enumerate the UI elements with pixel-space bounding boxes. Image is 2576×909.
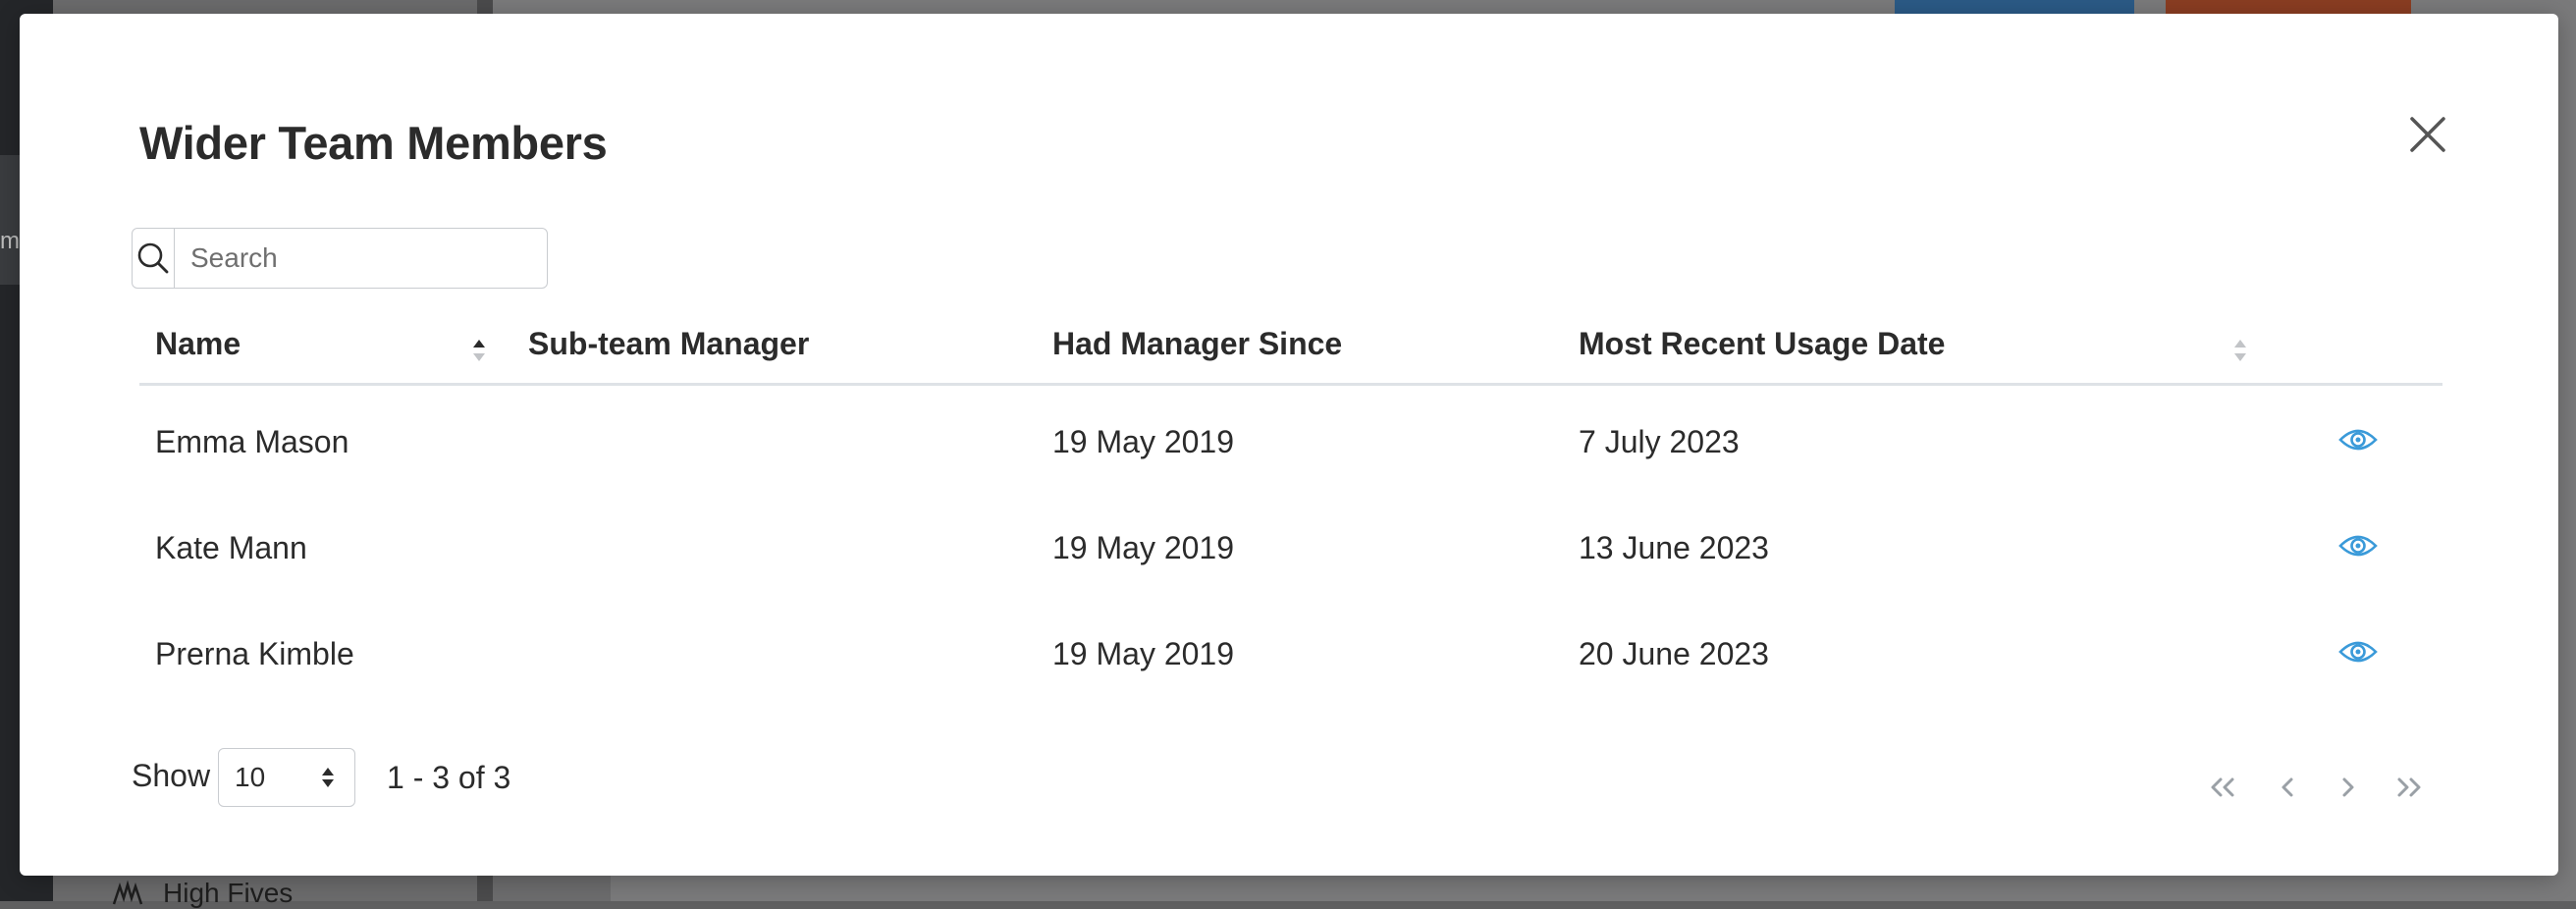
- background-danger-button: [2166, 0, 2411, 14]
- first-page-button[interactable]: [2201, 770, 2244, 805]
- cell-name: Prerna Kimble: [155, 636, 354, 671]
- background-nav-high-fives-label: High Fives: [163, 878, 294, 908]
- search-input[interactable]: [175, 229, 547, 288]
- double-chevron-right-icon: [2397, 777, 2421, 797]
- search-field: [132, 228, 548, 289]
- column-header-name[interactable]: Name: [155, 326, 241, 362]
- search-addon: [133, 229, 175, 288]
- cell-name: Emma Mason: [155, 424, 349, 459]
- pagination-range: 1 - 3 of 3: [387, 760, 511, 795]
- background-primary-button: [1895, 0, 2134, 14]
- high-five-icon: [112, 880, 143, 905]
- sort-icon[interactable]: [2232, 338, 2248, 363]
- cell-name: Kate Mann: [155, 530, 307, 565]
- modal-title: Wider Team Members: [139, 117, 608, 169]
- background-nav-item: [0, 155, 20, 285]
- chevron-left-icon: [2281, 777, 2293, 797]
- column-header-had-manager-since: Had Manager Since: [1052, 326, 1343, 361]
- close-button[interactable]: [2401, 108, 2454, 161]
- select-caret-icon: [322, 768, 334, 787]
- eye-icon[interactable]: [2338, 426, 2378, 454]
- double-chevron-left-icon: [2211, 777, 2234, 797]
- previous-page-button[interactable]: [2266, 770, 2309, 805]
- wider-team-modal: Wider Team Members Name Sub-team Manager…: [20, 14, 2558, 876]
- background-nav-fragment: m: [0, 228, 20, 254]
- eye-icon[interactable]: [2338, 638, 2378, 666]
- column-header-sub-team-manager: Sub-team Manager: [528, 326, 810, 361]
- cell-had-manager-since: 19 May 2019: [1052, 636, 1235, 671]
- cell-had-manager-since: 19 May 2019: [1052, 530, 1235, 565]
- sort-icon[interactable]: [471, 338, 487, 363]
- page-size-value: 10: [235, 762, 266, 792]
- cell-had-manager-since: 19 May 2019: [1052, 424, 1235, 459]
- show-label: Show: [132, 758, 211, 793]
- last-page-button[interactable]: [2388, 770, 2431, 805]
- cell-most-recent-usage: 20 June 2023: [1579, 636, 1769, 671]
- cell-most-recent-usage: 7 July 2023: [1579, 424, 1740, 459]
- page-size-select[interactable]: 10: [218, 748, 355, 807]
- column-header-most-recent-usage[interactable]: Most Recent Usage Date: [1579, 326, 1945, 362]
- search-icon: [137, 242, 169, 274]
- eye-icon[interactable]: [2338, 532, 2378, 560]
- next-page-button[interactable]: [2327, 770, 2370, 805]
- close-icon: [2410, 117, 2445, 152]
- cell-most-recent-usage: 13 June 2023: [1579, 530, 1769, 565]
- background-nav-high-fives: High Fives: [110, 878, 293, 909]
- table-header-divider: [139, 383, 2442, 386]
- chevron-right-icon: [2342, 777, 2354, 797]
